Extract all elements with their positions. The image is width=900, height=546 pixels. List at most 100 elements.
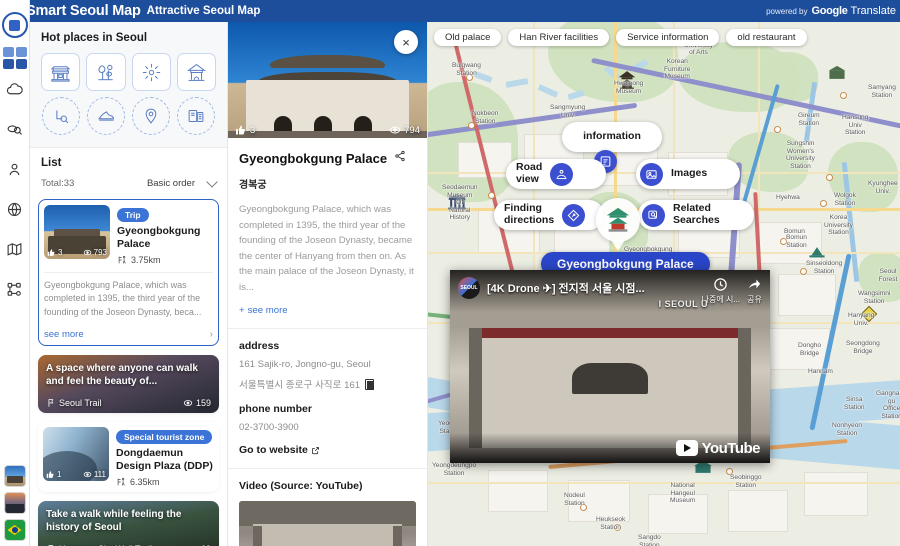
popup-road-view-label: Road view [516, 161, 543, 185]
park-icon[interactable] [86, 53, 126, 91]
walk-distance-icon [117, 477, 125, 486]
go-to-website-label: Go to website [239, 444, 308, 457]
list-item-thumbnail: 3 793 [44, 205, 110, 259]
view-count: 794 [389, 124, 420, 136]
google-wordmark: Google [811, 5, 848, 17]
close-icon[interactable]: × [394, 30, 418, 54]
nodes-icon[interactable] [0, 269, 30, 309]
sort-dropdown[interactable]: Basic order [147, 175, 218, 189]
clock-icon [714, 278, 728, 291]
list-item-name: Gyeongbokgung Palace [117, 225, 201, 250]
external-link-icon [311, 446, 319, 454]
list-item-place: Seoul Trail [46, 398, 102, 408]
palace-icon [606, 207, 630, 232]
address-korean: 서울특별시 종로구 사직로 161 [239, 380, 361, 392]
rail-thumb-flag-brazil[interactable] [3, 519, 26, 541]
detail-see-more[interactable]: + see more [239, 305, 416, 316]
list-item-ddp[interactable]: 1 111 Special tourist zone Dongdaemun De… [38, 422, 219, 492]
map-poi-station-building[interactable] [826, 62, 848, 82]
list-item-photo-hanyang-wall[interactable]: Take a walk while feeling the history of… [38, 500, 219, 546]
images-icon [640, 162, 663, 186]
video-top-controls: SEOUL [4K Drone ✈] 전지적 서울 시점... 나중에 시...… [450, 270, 770, 312]
map-icon[interactable] [0, 229, 30, 269]
chip-han-river-facilities[interactable]: Han River facilities [508, 29, 610, 46]
list-item-badge: Special tourist zone [116, 430, 213, 445]
related-searches-icon [642, 203, 665, 227]
view-count: 793 [83, 248, 107, 257]
list-item-selected[interactable]: 3 793 Trip Gyeongbokgung Palace 3.75km G… [38, 199, 219, 347]
youtube-wordmark: YouTube [701, 439, 761, 457]
bridge-poi-icon [809, 247, 825, 258]
google-translate-banner[interactable]: powered by Google Translate [766, 5, 896, 17]
course-search-icon[interactable] [41, 97, 80, 135]
eye-icon [390, 126, 401, 134]
like-count: 3 [235, 124, 255, 136]
popup-place-marker[interactable] [596, 198, 640, 251]
channel-avatar[interactable]: SEOUL [458, 277, 480, 299]
video-thumbnail[interactable] [239, 501, 416, 546]
chip-old-palace[interactable]: Old palace [434, 29, 502, 46]
popup-information-label: information [583, 130, 641, 143]
app-grid-icon[interactable] [2, 47, 27, 69]
app-subtitle: Attractive Seoul Map [146, 5, 261, 17]
chevron-right-icon: › [209, 329, 213, 341]
list-item-name: Dongdaemun Design Plaza (DDP) [116, 447, 213, 472]
map-canvas[interactable]: Bulgwang Station Nokbeon Station Sangmyung… [428, 22, 900, 546]
popup-finding-directions-button[interactable]: Finding directions [494, 200, 604, 230]
popup-finding-directions-label: Finding directions [504, 202, 555, 226]
list-item-see-more[interactable]: see more › [44, 325, 213, 340]
share-arrow-icon [748, 279, 761, 289]
popup-images-button[interactable]: Images [636, 159, 740, 189]
detail-title: Gyeongbokgung Palace [239, 150, 388, 166]
detail-phone-section: phone number 02-3700-3900 Go to website [228, 391, 427, 470]
hot-places-title: Hot places in Seoul [41, 32, 148, 44]
map-filter-chips: Old palace Han River facilities Service … [428, 22, 900, 53]
like-count: 1 [46, 470, 61, 479]
list-item-thumbnail: 1 111 [43, 427, 109, 482]
rail-thumb-palace[interactable] [3, 465, 26, 487]
share-button[interactable]: 공유 [747, 277, 762, 305]
video-title: [4K Drone ✈] 전지적 서울 시점... [487, 283, 645, 295]
pavilion-poi-icon [618, 71, 636, 89]
detail-video-section: Video (Source: YouTube) [228, 469, 427, 546]
walking-shoes-icon[interactable] [86, 97, 125, 135]
user-icon[interactable] [0, 149, 30, 189]
list-item-photo-seoul-trail[interactable]: A space where anyone can walk and feel t… [38, 355, 219, 414]
building-poi-icon [828, 65, 846, 79]
popup-related-searches-button[interactable]: Related Searches [638, 200, 754, 230]
cloud-icon[interactable] [0, 69, 30, 109]
address-label: address [239, 340, 280, 353]
person-location-icon[interactable] [132, 97, 171, 135]
popup-road-view-button[interactable]: Road view [506, 159, 606, 189]
walk-distance-icon [118, 255, 126, 264]
powered-by-label: powered by [766, 6, 808, 16]
palace-icon[interactable] [41, 53, 81, 91]
list-title: List [41, 157, 62, 169]
list-item-description: Gyeongbokgung Palace, which was complete… [44, 271, 213, 320]
map-poi-museum[interactable] [446, 192, 468, 212]
youtube-video-overlay[interactable]: SEOUL [4K Drone ✈] 전지적 서울 시점... 나중에 시...… [450, 270, 770, 463]
festival-icon[interactable] [131, 53, 171, 91]
list-scroll-area[interactable]: 3 793 Trip Gyeongbokgung Palace 3.75km G… [30, 195, 227, 546]
youtube-logo[interactable]: YouTube [675, 439, 761, 457]
rail-thumb-city[interactable] [3, 492, 26, 514]
map-poi-tower[interactable] [806, 244, 828, 264]
share-icon[interactable] [394, 149, 406, 167]
pavilion-icon[interactable] [176, 53, 216, 91]
copy-icon[interactable] [365, 378, 375, 390]
smart-seoul-logo[interactable] [0, 0, 30, 46]
view-count: 111 [83, 470, 106, 479]
search-place-icon[interactable] [0, 109, 30, 149]
go-to-website-link[interactable]: Go to website [239, 444, 416, 456]
popup-information-button[interactable]: information [562, 122, 662, 152]
map-poi-yellow-marker[interactable] [858, 304, 880, 324]
chip-service-information[interactable]: Service information [616, 29, 720, 46]
list-item-distance-label: 3.75km [131, 254, 161, 265]
detail-description: Gyeongbokgung Palace, which was complete… [239, 204, 414, 293]
map-poi-pavilion[interactable] [616, 70, 638, 90]
news-card-icon[interactable] [177, 97, 216, 135]
globe-icon[interactable] [0, 189, 30, 229]
app-title: Smart Seoul Map [26, 3, 141, 19]
chip-old-restaurant[interactable]: old restaurant [726, 29, 807, 46]
detail-address-section: address 161 Sajik-ro, Jongno-gu, Seoul 서… [228, 329, 427, 391]
